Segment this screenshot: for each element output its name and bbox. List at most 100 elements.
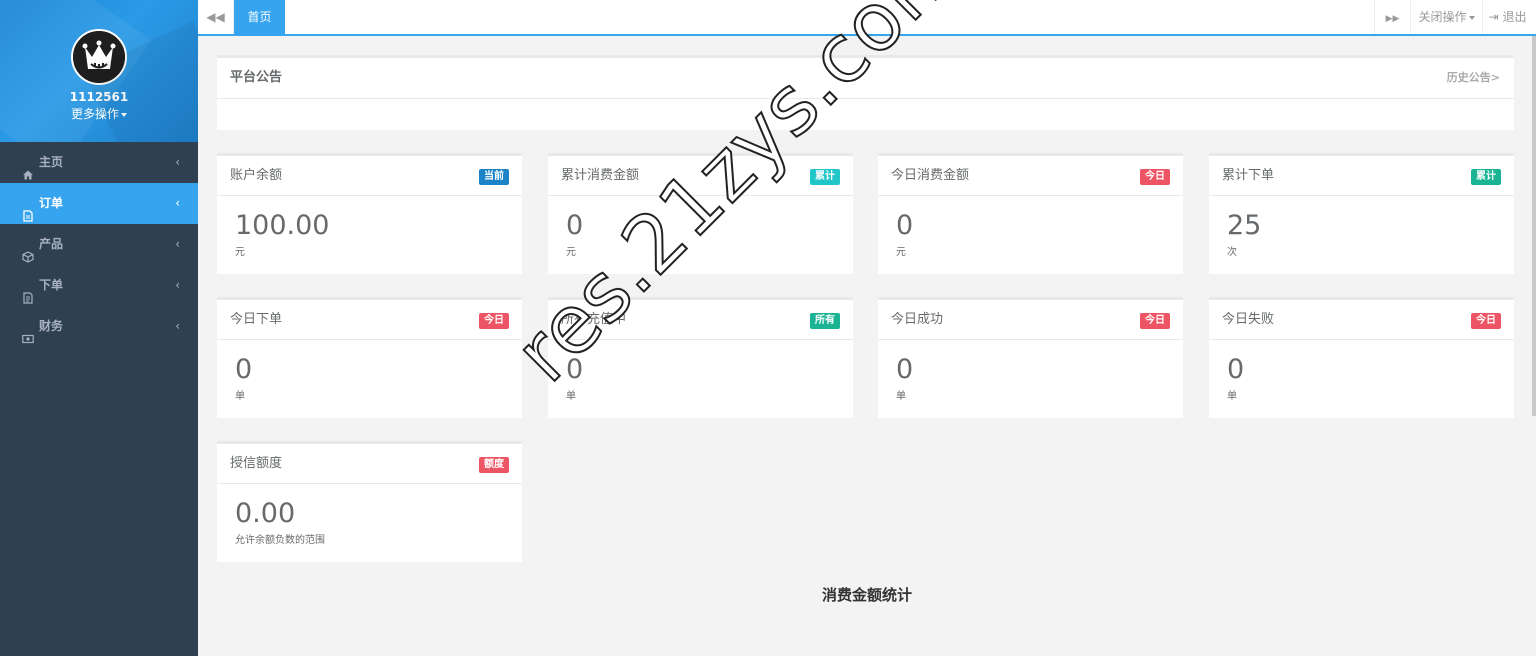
- stat-unit: 单: [896, 391, 906, 402]
- scrollbar[interactable]: [1532, 36, 1536, 416]
- chevron-left-icon: ‹: [175, 278, 180, 292]
- username: 1112561: [69, 90, 129, 104]
- stat-card-title: 今日成功: [891, 312, 944, 327]
- money-icon: [22, 321, 34, 343]
- stat-badge: 今日: [479, 313, 509, 329]
- close-ops-label: 关闭操作: [1418, 10, 1467, 24]
- stat-badge: 所有: [810, 313, 840, 329]
- stat-value: 0: [1227, 354, 1245, 385]
- file-icon: [22, 198, 34, 222]
- stat-unit: 元: [235, 247, 245, 258]
- sidebar-item-label: 主页: [39, 155, 64, 169]
- caret-down-icon: [121, 112, 127, 117]
- tab-scroll-right-button[interactable]: ▶▶: [1374, 0, 1410, 34]
- history-notice-link[interactable]: 历史公告>: [1447, 58, 1500, 98]
- caret-down-icon: [1468, 15, 1475, 20]
- stat-unit: 单: [235, 391, 245, 402]
- double-right-icon: ▶▶: [1385, 14, 1400, 24]
- profile-header: 1112561 更多操作: [0, 0, 198, 142]
- stat-unit: 元: [566, 247, 576, 258]
- close-ops-dropdown[interactable]: 关闭操作: [1410, 0, 1482, 34]
- chart-area: [217, 628, 1514, 656]
- stat-unit: 元: [896, 247, 906, 258]
- stat-unit: 单: [566, 391, 576, 402]
- stat-card: 今日消费金额 今日 0 元: [878, 153, 1183, 274]
- more-ops-label: 更多操作: [70, 107, 119, 121]
- double-left-icon: ◀◀: [206, 10, 225, 24]
- stat-badge: 今日: [1140, 169, 1170, 185]
- sidebar-item-label: 财务: [39, 319, 64, 333]
- stat-card: 今日下单 今日 0 单: [217, 297, 522, 418]
- stat-value: 100.00: [235, 210, 330, 241]
- sidebar-item-home[interactable]: 主页 ‹: [0, 142, 198, 183]
- stat-card-header: 账户余额 当前: [217, 156, 522, 196]
- sidebar-item-label: 订单: [39, 196, 64, 210]
- section-title: 消费金额统计: [821, 586, 912, 604]
- stat-card: 今日成功 今日 0 单: [878, 297, 1183, 418]
- stat-card-title: 今日失败: [1222, 312, 1275, 327]
- stat-badge: 累计: [1471, 169, 1501, 185]
- logout-label: 退出: [1502, 10, 1527, 24]
- stat-card-header: 今日成功 今日: [878, 300, 1183, 340]
- stat-badge: 今日: [1471, 313, 1501, 329]
- stat-value: 0: [235, 354, 253, 385]
- stat-card: 累计消费金额 累计 0 元: [548, 153, 853, 274]
- stat-card: 累计下单 累计 25 次: [1209, 153, 1514, 274]
- sidebar-item-place-order[interactable]: 下单 ‹: [0, 265, 198, 306]
- stat-card-header: 所有充值中 所有: [548, 300, 853, 340]
- stat-value: 25: [1227, 210, 1262, 241]
- file-text-icon: [22, 280, 34, 304]
- stat-badge: 累计: [810, 169, 840, 185]
- stat-card-header: 今日消费金额 今日: [878, 156, 1183, 196]
- top-tab-bar: ◀◀ 首页 ▶▶ 关闭操作 ⇥ 退出: [198, 0, 1536, 36]
- chevron-left-icon: ‹: [175, 196, 180, 210]
- stat-unit: 次: [1227, 247, 1237, 258]
- cube-icon: [22, 239, 34, 263]
- notice-title: 平台公告: [230, 70, 283, 85]
- chevron-left-icon: ‹: [175, 319, 180, 333]
- sidebar-item-label: 产品: [39, 237, 64, 251]
- sidebar-item-products[interactable]: 产品 ‹: [0, 224, 198, 265]
- stat-card: 账户余额 当前 100.00 元: [217, 153, 522, 274]
- stat-card-header: 今日失败 今日: [1209, 300, 1514, 340]
- stat-card-header: 累计下单 累计: [1209, 156, 1514, 196]
- stat-badge: 额度: [479, 457, 509, 473]
- stat-card: 授信额度 额度 0.00 允许余额负数的范围: [217, 441, 522, 562]
- tab-home[interactable]: 首页: [234, 0, 285, 34]
- stat-badge: 当前: [479, 169, 509, 185]
- chevron-left-icon: ‹: [175, 155, 180, 169]
- main-content: 平台公告 历史公告> 账户余额 当前 100.00 元累计消费金额 累计 0 元今日消费金额…: [198, 36, 1536, 656]
- stat-card-title: 授信额度: [230, 456, 283, 471]
- logout-button[interactable]: ⇥ 退出: [1482, 0, 1532, 34]
- stat-card: 今日失败 今日 0 单: [1209, 297, 1514, 418]
- stat-card: 所有充值中 所有 0 单: [548, 297, 853, 418]
- stat-card-title: 账户余额: [230, 168, 283, 183]
- tab-scroll-left-button[interactable]: ◀◀: [198, 0, 234, 34]
- sidebar: 1112561 更多操作 主页 ‹ 订单 ‹ 产品 ‹ 下单 ‹ 财务 ‹: [0, 0, 198, 656]
- stat-card-title: 累计消费金额: [561, 168, 640, 183]
- stat-value: 0: [896, 210, 914, 241]
- stat-card-header: 累计消费金额 累计: [548, 156, 853, 196]
- more-ops-dropdown[interactable]: 更多操作: [0, 105, 198, 122]
- avatar[interactable]: [71, 29, 127, 85]
- sign-out-icon: ⇥: [1488, 10, 1499, 24]
- stat-badge: 今日: [1140, 313, 1170, 329]
- stat-unit: 允许余额负数的范围: [235, 535, 325, 546]
- notice-header: 平台公告 历史公告>: [217, 58, 1514, 99]
- sidebar-item-finance[interactable]: 财务 ‹: [0, 306, 198, 347]
- stat-value: 0: [896, 354, 914, 385]
- home-icon: [22, 157, 34, 179]
- sidebar-item-orders[interactable]: 订单 ‹: [0, 183, 198, 224]
- chevron-left-icon: ‹: [175, 237, 180, 251]
- stat-card-header: 今日下单 今日: [217, 300, 522, 340]
- stat-unit: 单: [1227, 391, 1237, 402]
- stat-value: 0: [566, 354, 584, 385]
- notice-panel: 平台公告 历史公告>: [217, 55, 1514, 130]
- stat-card-title: 今日下单: [230, 312, 283, 327]
- stat-card-title: 所有充值中: [561, 312, 627, 327]
- sidebar-item-label: 下单: [39, 278, 64, 292]
- stat-card-title: 今日消费金额: [891, 168, 970, 183]
- stat-card-header: 授信额度 额度: [217, 444, 522, 484]
- stat-card-title: 累计下单: [1222, 168, 1275, 183]
- stat-value: 0: [566, 210, 584, 241]
